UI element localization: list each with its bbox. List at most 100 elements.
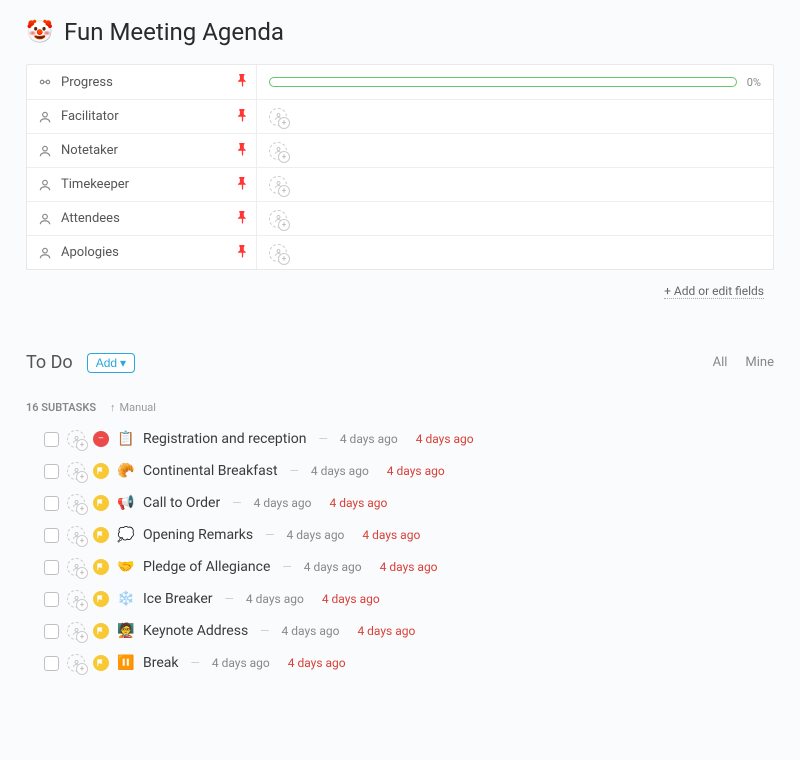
field-label-cell[interactable]: Progress [27,65,257,99]
priority-flag-icon[interactable] [93,655,109,671]
field-row-attendees: Attendees [27,201,773,235]
task-start-date[interactable]: 4 days ago [212,656,270,670]
sort-button[interactable]: ↑ Manual [110,401,156,414]
task-due-date[interactable]: 4 days ago [387,464,445,478]
sort-label: Manual [120,401,156,414]
field-value-cell[interactable] [257,100,773,133]
task-checkbox[interactable] [44,624,59,639]
task-start-date[interactable]: 4 days ago [304,560,362,574]
task-start-date[interactable]: 4 days ago [254,496,312,510]
assignee-placeholder-icon[interactable] [269,142,287,160]
task-title[interactable]: Opening Remarks [143,527,253,543]
priority-flag-icon[interactable] [93,623,109,639]
task-due-date[interactable]: 4 days ago [380,560,438,574]
task-assignee-placeholder-icon[interactable] [67,654,85,672]
task-checkbox[interactable] [44,656,59,671]
field-value-cell[interactable] [257,202,773,235]
field-label: Progress [61,75,113,90]
add-edit-fields-link[interactable]: + Add or edit fields [664,284,764,299]
task-due-date[interactable]: 4 days ago [416,432,474,446]
priority-flag-icon[interactable]: – [93,431,109,447]
field-value-cell[interactable] [257,134,773,167]
task-row[interactable]: 📢Call to Order—4 days ago4 days ago [26,494,774,512]
task-due-date[interactable]: 4 days ago [362,528,420,542]
task-checkbox[interactable] [44,496,59,511]
priority-flag-icon[interactable] [93,559,109,575]
field-label-cell[interactable]: Facilitator [27,100,257,133]
priority-flag-icon[interactable] [93,527,109,543]
task-due-date[interactable]: 4 days ago [329,496,387,510]
task-title[interactable]: Pledge of Allegiance [143,559,270,575]
field-label-cell[interactable]: Notetaker [27,134,257,167]
task-assignee-placeholder-icon[interactable] [67,558,85,576]
task-assignee-placeholder-icon[interactable] [67,622,85,640]
separator-icon: — [318,432,327,446]
field-value-cell[interactable]: 0% [257,65,773,99]
task-row[interactable]: 🥐Continental Breakfast—4 days ago4 days … [26,462,774,480]
pin-icon[interactable] [237,211,248,227]
field-value-cell[interactable] [257,168,773,201]
pin-icon[interactable] [237,109,248,125]
task-title[interactable]: Call to Order [143,495,220,511]
task-start-date[interactable]: 4 days ago [287,528,345,542]
field-label-cell[interactable]: Apologies [27,236,257,269]
task-due-date[interactable]: 4 days ago [288,656,346,670]
task-row[interactable]: ❄️Ice Breaker—4 days ago4 days ago [26,590,774,608]
task-assignee-placeholder-icon[interactable] [67,494,85,512]
task-title[interactable]: Registration and reception [143,431,306,447]
task-checkbox[interactable] [44,432,59,447]
filter-mine-tab[interactable]: Mine [745,355,774,370]
priority-flag-icon[interactable] [93,495,109,511]
task-assignee-placeholder-icon[interactable] [67,430,85,448]
assignee-placeholder-icon[interactable] [269,108,287,126]
task-title[interactable]: Break [143,655,178,671]
field-label: Notetaker [61,143,118,158]
task-row[interactable]: ⏸️Break—4 days ago4 days ago [26,654,774,672]
task-start-date[interactable]: 4 days ago [340,432,398,446]
priority-flag-icon[interactable] [93,463,109,479]
task-title[interactable]: Ice Breaker [143,591,213,607]
task-assignee-placeholder-icon[interactable] [67,526,85,544]
task-row[interactable]: 🧑‍🏫Keynote Address—4 days ago4 days ago [26,622,774,640]
person-icon [37,110,53,124]
task-start-date[interactable]: 4 days ago [246,592,304,606]
task-checkbox[interactable] [44,592,59,607]
filter-all-tab[interactable]: All [713,355,728,370]
assignee-placeholder-icon[interactable] [269,210,287,228]
field-label-cell[interactable]: Attendees [27,202,257,235]
assignee-placeholder-icon[interactable] [269,176,287,194]
separator-icon: — [190,656,199,670]
assignee-placeholder-icon[interactable] [269,244,287,262]
task-start-date[interactable]: 4 days ago [311,464,369,478]
task-checkbox[interactable] [44,560,59,575]
pin-icon[interactable] [237,143,248,159]
task-row[interactable]: 🤝Pledge of Allegiance—4 days ago4 days a… [26,558,774,576]
field-row-timekeeper: Timekeeper [27,167,773,201]
task-title[interactable]: Keynote Address [143,623,248,639]
progress-bar-wrap: 0% [269,76,761,89]
todo-section-header: To Do Add ▾ All Mine [26,352,774,373]
separator-icon: — [232,496,241,510]
task-checkbox[interactable] [44,464,59,479]
task-due-date[interactable]: 4 days ago [357,624,415,638]
task-due-date[interactable]: 4 days ago [322,592,380,606]
field-label: Timekeeper [61,177,129,192]
task-checkbox[interactable] [44,528,59,543]
field-label-cell[interactable]: Timekeeper [27,168,257,201]
pin-icon[interactable] [237,245,248,261]
task-row[interactable]: 💭Opening Remarks—4 days ago4 days ago [26,526,774,544]
pin-icon[interactable] [237,177,248,193]
task-assignee-placeholder-icon[interactable] [67,590,85,608]
task-emoji-icon: ❄️ [117,591,135,607]
field-value-cell[interactable] [257,236,773,269]
task-title[interactable]: Continental Breakfast [143,463,278,479]
progress-bar[interactable] [269,77,737,87]
person-icon [37,212,53,226]
task-assignee-placeholder-icon[interactable] [67,462,85,480]
add-task-label: Add [96,356,117,370]
task-row[interactable]: –📋Registration and reception—4 days ago4… [26,430,774,448]
pin-icon[interactable] [237,74,248,90]
priority-flag-icon[interactable] [93,591,109,607]
task-start-date[interactable]: 4 days ago [282,624,340,638]
add-task-button[interactable]: Add ▾ [87,353,135,373]
